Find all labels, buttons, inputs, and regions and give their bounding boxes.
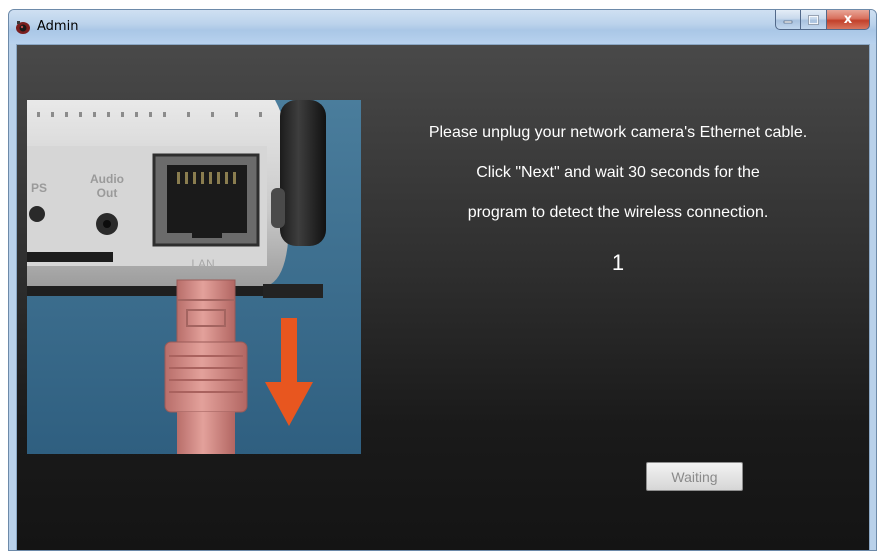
- maximize-icon: [808, 14, 819, 25]
- lan-label: LAN: [191, 257, 214, 271]
- wps-label: PS: [31, 181, 47, 195]
- instruction-text: Please unplug your network camera's Ethe…: [383, 113, 853, 233]
- countdown-counter: 1: [611, 250, 625, 275]
- unplug-ethernet-illustration: PS Audio Out LAN: [27, 100, 361, 454]
- title-bar[interactable]: Admin x: [9, 10, 876, 44]
- instruction-line-3: program to detect the wireless connectio…: [467, 204, 769, 221]
- camera-app-icon: [16, 21, 30, 34]
- waiting-button[interactable]: Waiting: [646, 462, 743, 491]
- admin-window: Admin x PS Audio Out LAN Please unplug y…: [8, 9, 877, 551]
- audio-label-2: Out: [97, 186, 118, 200]
- minimize-button[interactable]: [775, 10, 801, 30]
- audio-label: Audio: [90, 172, 124, 186]
- window-title: Admin: [37, 19, 79, 34]
- close-icon: x: [843, 12, 853, 27]
- window-controls: x: [775, 10, 870, 31]
- minimize-icon: [783, 20, 793, 23]
- wizard-panel: PS Audio Out LAN Please unplug your netw…: [16, 44, 870, 550]
- maximize-button[interactable]: [801, 10, 827, 30]
- close-button[interactable]: x: [827, 10, 870, 30]
- instruction-line-1: Please unplug your network camera's Ethe…: [428, 124, 808, 141]
- instruction-line-2: Click "Next" and wait 30 seconds for the: [476, 164, 760, 181]
